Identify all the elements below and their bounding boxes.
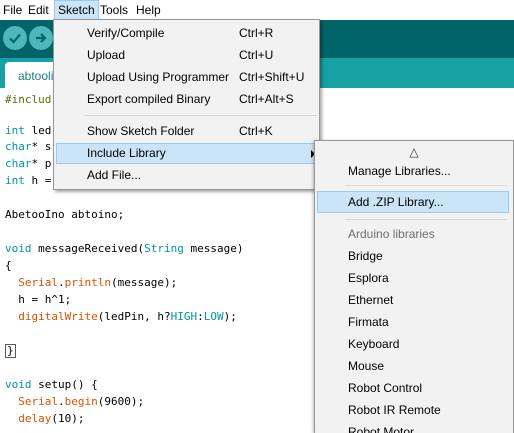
menu-item-show-sketch-folder[interactable]: Show Sketch Folder Ctrl+K [56,121,317,142]
menu-separator [84,115,317,116]
menu-file[interactable]: File [0,0,25,20]
code-line: { [5,259,12,272]
upload-button[interactable] [29,26,53,50]
verify-button[interactable] [3,26,27,50]
code-line: delay(10); [18,412,85,425]
menu-help[interactable]: Help [133,0,164,20]
menu-item-library-firmata[interactable]: Firmata [317,311,509,333]
menu-item-add-file[interactable]: Add File... [56,165,317,186]
checkmark-icon [9,33,21,44]
menu-header-arduino-libraries: Arduino libraries [348,227,435,241]
menu-item-include-library[interactable]: Include Library [56,143,317,164]
menu-item-verify-compile[interactable]: Verify/Compile Ctrl+R [56,23,317,44]
menu-item-export-compiled-binary[interactable]: Export compiled Binary Ctrl+Alt+S [56,89,317,110]
menu-item-library-robot-control[interactable]: Robot Control [317,377,509,399]
code-line: Serial.begin(9600); [18,395,145,408]
code-line: char* s [5,140,52,153]
menu-item-library-esplora[interactable]: Esplora [317,267,509,289]
code-line: #includ [5,93,52,106]
menu-sketch[interactable]: Sketch [54,0,99,20]
menu-item-library-robot-motor[interactable]: Robot Motor [317,421,509,433]
code-line: } [5,344,16,358]
code-line: digitalWrite(ledPin, h?HIGH:LOW); [18,310,237,323]
menu-bar: File Edit Sketch Tools Help [0,0,514,20]
code-line: int led [5,124,52,137]
scroll-up-arrow-icon[interactable]: △ [315,145,513,159]
code-line: int h = [5,174,52,187]
menu-item-upload-using-programmer[interactable]: Upload Using Programmer Ctrl+Shift+U [56,67,317,88]
menu-edit[interactable]: Edit [25,0,52,20]
code-line: char* p [5,157,52,170]
code-line: AbetooIno abtoino; [5,208,125,221]
menu-item-library-mouse[interactable]: Mouse [317,355,509,377]
menu-item-manage-libraries[interactable]: Manage Libraries... [317,160,509,182]
menu-item-upload[interactable]: Upload Ctrl+U [56,45,317,66]
include-library-submenu: △ Manage Libraries... Add .ZIP Library..… [314,140,514,433]
code-line: Serial.println(message); [18,276,178,289]
menu-item-library-robot-ir-remote[interactable]: Robot IR Remote [317,399,509,421]
menu-tools[interactable]: Tools [97,0,131,20]
menu-item-library-bridge[interactable]: Bridge [317,245,509,267]
menu-separator [345,185,507,186]
code-line: void messageReceived(String message) [5,242,244,255]
menu-item-library-keyboard[interactable]: Keyboard [317,333,509,355]
sketch-menu: Verify/Compile Ctrl+R Upload Ctrl+U Uplo… [53,19,320,190]
right-arrow-icon [36,33,47,43]
menu-separator [345,219,507,220]
matching-brace: } [5,344,16,358]
menu-item-add-zip-library[interactable]: Add .ZIP Library... [317,191,509,213]
code-line: h = h^1; [5,293,72,306]
menu-item-library-ethernet[interactable]: Ethernet [317,289,509,311]
code-line: void setup() { [5,378,98,391]
